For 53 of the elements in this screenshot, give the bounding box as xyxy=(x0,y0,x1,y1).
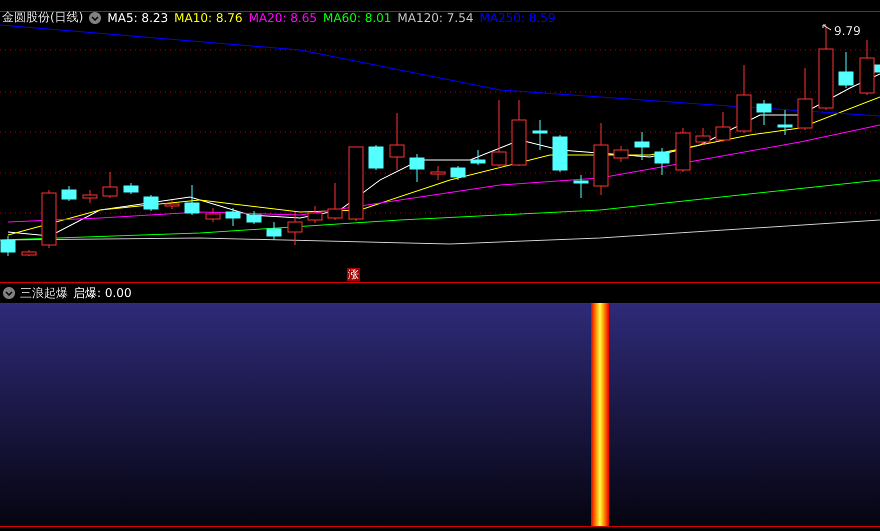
candlestick xyxy=(328,182,342,220)
candlestick xyxy=(42,190,56,248)
high-price-label: 9.79 xyxy=(834,24,861,38)
candlestick xyxy=(778,110,792,136)
candlestick xyxy=(368,144,384,170)
candlestick xyxy=(450,166,466,180)
candlestick xyxy=(756,100,772,126)
moving-average-value: MA10: 8.76 xyxy=(174,10,243,24)
candlestick xyxy=(654,148,670,176)
candlestick xyxy=(0,236,16,256)
candlestick xyxy=(144,194,158,212)
candlestick xyxy=(634,132,650,160)
candlestick xyxy=(430,166,446,180)
candlestick xyxy=(102,172,118,198)
limit-up-marker: 涨 xyxy=(347,268,360,281)
candlestick xyxy=(696,128,710,146)
candlestick xyxy=(246,210,262,224)
candlestick xyxy=(614,146,628,162)
candlestick xyxy=(574,174,588,198)
candlestick xyxy=(184,184,200,216)
indicator-name: 三浪起爆 xyxy=(20,284,68,302)
candlestick xyxy=(512,100,526,166)
candlestick xyxy=(390,112,404,170)
candlestick xyxy=(410,154,424,182)
candlestick xyxy=(736,64,752,134)
moving-average-value: MA20: 8.65 xyxy=(248,10,317,24)
candlestick xyxy=(206,208,220,222)
dropdown-icon[interactable] xyxy=(89,12,102,24)
candlestick xyxy=(492,100,506,168)
candlestick xyxy=(82,190,98,204)
candlestick xyxy=(308,206,322,224)
candlestick xyxy=(288,212,302,246)
moving-average-value: MA120: 7.54 xyxy=(397,10,474,24)
dropdown-icon[interactable] xyxy=(3,287,15,299)
candlestick xyxy=(676,128,690,172)
indicator-value: 启爆: 0.00 xyxy=(73,284,132,302)
moving-average-value: MA60: 8.01 xyxy=(323,10,392,24)
candlestick xyxy=(552,134,568,172)
candlestick xyxy=(226,208,240,226)
moving-average-value: MA5: 8.23 xyxy=(107,10,168,24)
candlestick xyxy=(798,68,812,130)
moving-average-value: MA250: 8.59 xyxy=(479,10,556,24)
candlestick xyxy=(470,150,486,166)
pointer-arrow-icon xyxy=(822,24,832,32)
candlestick xyxy=(716,112,730,142)
candlestick xyxy=(266,222,282,240)
candlestick xyxy=(124,182,138,194)
candlestick xyxy=(164,200,180,210)
candlestick xyxy=(62,186,76,202)
stock-title: 金圆股份(日线) xyxy=(2,9,84,26)
candlestick xyxy=(22,250,36,256)
candlestick xyxy=(838,52,854,88)
candlestick xyxy=(532,120,548,150)
